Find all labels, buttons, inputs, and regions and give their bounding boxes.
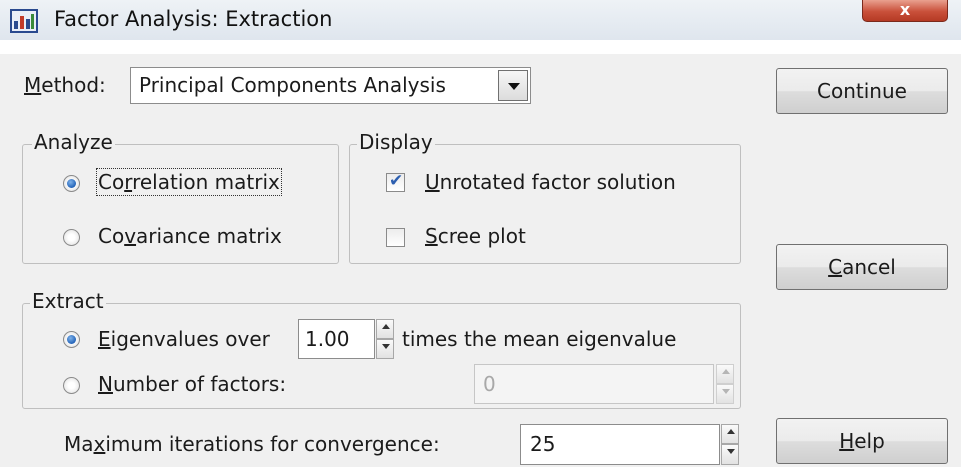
close-button[interactable]: x: [862, 0, 948, 22]
title-separator: [0, 40, 961, 54]
eigenvalues-over-label[interactable]: Eigenvalues over: [98, 327, 270, 351]
max-iterations-spinner[interactable]: [721, 424, 739, 465]
correlation-matrix-radio[interactable]: [63, 175, 80, 192]
number-of-factors-label[interactable]: Number of factors:: [98, 372, 286, 396]
eigenvalue-suffix-label: times the mean eigenvalue: [402, 327, 677, 351]
spin-down-icon[interactable]: [716, 384, 734, 404]
max-iterations-label: Maximum iterations for convergence:: [64, 432, 440, 456]
chevron-down-icon[interactable]: [498, 70, 528, 101]
spin-down-icon[interactable]: [721, 444, 739, 465]
display-group: [349, 144, 741, 264]
spin-up-icon[interactable]: [716, 364, 734, 384]
method-select-value: Principal Components Analysis: [139, 73, 446, 97]
unrotated-factor-solution-checkbox[interactable]: [386, 171, 405, 192]
unrotated-factor-solution-label[interactable]: Unrotated factor solution: [425, 170, 676, 194]
help-button[interactable]: Help: [776, 418, 948, 464]
spin-down-icon[interactable]: [376, 339, 394, 359]
method-select[interactable]: Principal Components Analysis: [130, 67, 531, 104]
method-label: Method:: [24, 73, 106, 97]
max-iterations-value: 25: [530, 432, 556, 456]
eigenvalue-spinner[interactable]: [376, 319, 394, 359]
eigenvalues-over-radio[interactable]: [63, 331, 80, 348]
cancel-button[interactable]: Cancel: [776, 244, 948, 290]
spin-up-icon[interactable]: [376, 319, 394, 339]
max-iterations-input[interactable]: 25: [520, 424, 720, 465]
correlation-matrix-label[interactable]: Correlation matrix: [96, 168, 282, 196]
number-of-factors-spinner[interactable]: [716, 364, 734, 404]
extract-legend: Extract: [30, 289, 106, 313]
window-title: Factor Analysis: Extraction: [54, 7, 333, 31]
number-of-factors-value: 0: [483, 372, 496, 396]
title-bar: Factor Analysis: Extraction x: [0, 0, 961, 40]
covariance-matrix-radio[interactable]: [63, 229, 80, 246]
eigenvalue-threshold-input[interactable]: 1.00: [298, 319, 375, 359]
display-legend: Display: [357, 130, 435, 154]
covariance-matrix-label[interactable]: Covariance matrix: [98, 224, 282, 248]
number-of-factors-input[interactable]: 0: [474, 364, 714, 404]
analyze-legend: Analyze: [32, 130, 115, 154]
spin-up-icon[interactable]: [721, 424, 739, 444]
scree-plot-label[interactable]: Scree plot: [425, 224, 526, 248]
close-icon: x: [899, 0, 911, 19]
spss-app-icon: [10, 9, 38, 33]
continue-button[interactable]: Continue: [776, 68, 948, 114]
number-of-factors-radio[interactable]: [63, 377, 80, 394]
eigenvalue-threshold-value: 1.00: [305, 327, 350, 351]
scree-plot-checkbox[interactable]: [386, 228, 405, 247]
